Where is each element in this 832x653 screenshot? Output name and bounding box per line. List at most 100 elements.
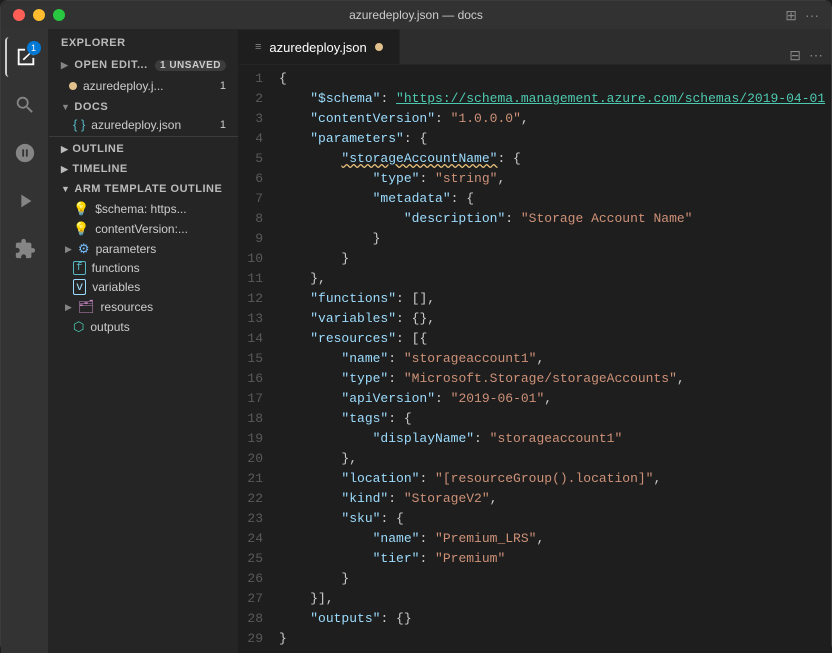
code-line: 28 "outputs": {} — [239, 609, 831, 629]
line-number: 11 — [239, 269, 279, 289]
extensions-activity-icon[interactable] — [5, 229, 45, 269]
code-line: 27 }], — [239, 589, 831, 609]
line-content: "metadata": { — [279, 189, 831, 209]
arm-item-variables[interactable]: v variables — [49, 277, 238, 297]
editor-actions: ⊟ ⋯ — [781, 47, 831, 64]
line-number: 18 — [239, 409, 279, 429]
code-line: 19 "displayName": "storageaccount1" — [239, 429, 831, 449]
code-line: 4 "parameters": { — [239, 129, 831, 149]
line-number: 16 — [239, 369, 279, 389]
layout-icon[interactable]: ⊞ — [785, 7, 797, 24]
line-content: "name": "Premium_LRS", — [279, 529, 831, 549]
code-line: 25 "tier": "Premium" — [239, 549, 831, 569]
line-number: 22 — [239, 489, 279, 509]
line-number: 13 — [239, 309, 279, 329]
line-content: "variables": {}, — [279, 309, 831, 329]
arm-item-parameters[interactable]: ▶ ⚙ parameters — [49, 239, 238, 259]
editor-area: ≡ azuredeploy.json ⊟ ⋯ 1{2 "$schema": "h… — [239, 29, 831, 653]
resources-chevron: ▶ — [65, 302, 72, 313]
parameters-chevron: ▶ — [65, 244, 72, 255]
open-file-azuredeploy[interactable]: azuredeploy.j... 1 — [49, 77, 238, 95]
line-content: "$schema": "https://schema.management.az… — [279, 89, 831, 109]
gear-icon: ⚙ — [78, 241, 90, 257]
line-content: "name": "storageaccount1", — [279, 349, 831, 369]
line-content: "displayName": "storageaccount1" — [279, 429, 831, 449]
line-content: "tier": "Premium" — [279, 549, 831, 569]
docs-file-azuredeploy[interactable]: { } azuredeploy.json 1 — [49, 115, 238, 134]
code-line: 29} — [239, 629, 831, 649]
code-line: 17 "apiVersion": "2019-06-01", — [239, 389, 831, 409]
arm-chevron: ▼ — [61, 184, 70, 194]
line-number: 28 — [239, 609, 279, 629]
line-content: "functions": [], — [279, 289, 831, 309]
source-control-activity-icon[interactable] — [5, 133, 45, 173]
line-number: 12 — [239, 289, 279, 309]
code-line: 13 "variables": {}, — [239, 309, 831, 329]
tab-menu-icon: ≡ — [255, 41, 261, 53]
outline-chevron: ▶ — [61, 144, 68, 155]
more-actions-icon[interactable]: ⋯ — [809, 47, 823, 64]
code-line: 18 "tags": { — [239, 409, 831, 429]
line-content: }], — [279, 589, 831, 609]
line-content: } — [279, 569, 831, 589]
tab-modified-dot — [375, 43, 383, 51]
arm-item-resources[interactable]: ▶ 🗂 resources — [49, 297, 238, 317]
minimize-button[interactable] — [33, 9, 45, 21]
line-content: } — [279, 229, 831, 249]
explorer-activity-icon[interactable]: 1 — [5, 37, 45, 77]
code-line: 6 "type": "string", — [239, 169, 831, 189]
timeline-chevron: ▶ — [61, 164, 68, 175]
code-line: 1{ — [239, 69, 831, 89]
line-number: 26 — [239, 569, 279, 589]
line-content: } — [279, 629, 831, 649]
explorer-badge: 1 — [27, 41, 41, 55]
line-number: 5 — [239, 149, 279, 169]
line-content: "type": "string", — [279, 169, 831, 189]
line-content: "resources": [{ — [279, 329, 831, 349]
line-content: "description": "Storage Account Name" — [279, 209, 831, 229]
code-line: 3 "contentVersion": "1.0.0.0", — [239, 109, 831, 129]
line-number: 7 — [239, 189, 279, 209]
app-body: 1 EXPLORER ▶ OPEN EDIT... 1 UNSAVED azur… — [1, 29, 831, 653]
line-content: "outputs": {} — [279, 609, 831, 629]
unsaved-badge: 1 UNSAVED — [155, 60, 226, 71]
arm-item-schema[interactable]: 💡 $schema: https... — [49, 199, 238, 219]
code-line: 20 }, — [239, 449, 831, 469]
outline-section[interactable]: ▶ OUTLINE — [49, 139, 238, 159]
code-line: 2 "$schema": "https://schema.management.… — [239, 89, 831, 109]
line-content: { — [279, 69, 831, 89]
open-editors-section[interactable]: ▶ OPEN EDIT... 1 UNSAVED — [49, 53, 238, 77]
line-number: 21 — [239, 469, 279, 489]
activity-bar: 1 — [1, 29, 49, 653]
line-number: 4 — [239, 129, 279, 149]
code-editor[interactable]: 1{2 "$schema": "https://schema.managemen… — [239, 65, 831, 653]
line-number: 27 — [239, 589, 279, 609]
more-icon[interactable]: ··· — [805, 7, 819, 24]
editor-tab-azuredeploy[interactable]: ≡ azuredeploy.json — [239, 29, 400, 64]
arm-outline-section[interactable]: ▼ ARM TEMPLATE OUTLINE — [49, 179, 238, 199]
timeline-section[interactable]: ▶ TIMELINE — [49, 159, 238, 179]
line-number: 19 — [239, 429, 279, 449]
line-content: "type": "Microsoft.Storage/storageAccoun… — [279, 369, 831, 389]
line-content: "apiVersion": "2019-06-01", — [279, 389, 831, 409]
line-content: }, — [279, 269, 831, 289]
code-line: 8 "description": "Storage Account Name" — [239, 209, 831, 229]
code-line: 9 } — [239, 229, 831, 249]
run-activity-icon[interactable] — [5, 181, 45, 221]
arm-item-functions[interactable]: f functions — [49, 259, 238, 277]
line-number: 14 — [239, 329, 279, 349]
docs-section[interactable]: ▼ DOCS — [49, 95, 238, 115]
line-number: 24 — [239, 529, 279, 549]
arm-item-outputs[interactable]: ⬡ outputs — [49, 317, 238, 337]
line-content: "contentVersion": "1.0.0.0", — [279, 109, 831, 129]
output-icon: ⬡ — [73, 319, 84, 335]
line-content: }, — [279, 449, 831, 469]
search-activity-icon[interactable] — [5, 85, 45, 125]
maximize-button[interactable] — [53, 9, 65, 21]
split-editor-icon[interactable]: ⊟ — [789, 47, 801, 64]
line-number: 6 — [239, 169, 279, 189]
code-line: 11 }, — [239, 269, 831, 289]
title-bar-actions: ⊞ ··· — [785, 7, 819, 24]
arm-item-contentversion[interactable]: 💡 contentVersion:... — [49, 219, 238, 239]
close-button[interactable] — [13, 9, 25, 21]
